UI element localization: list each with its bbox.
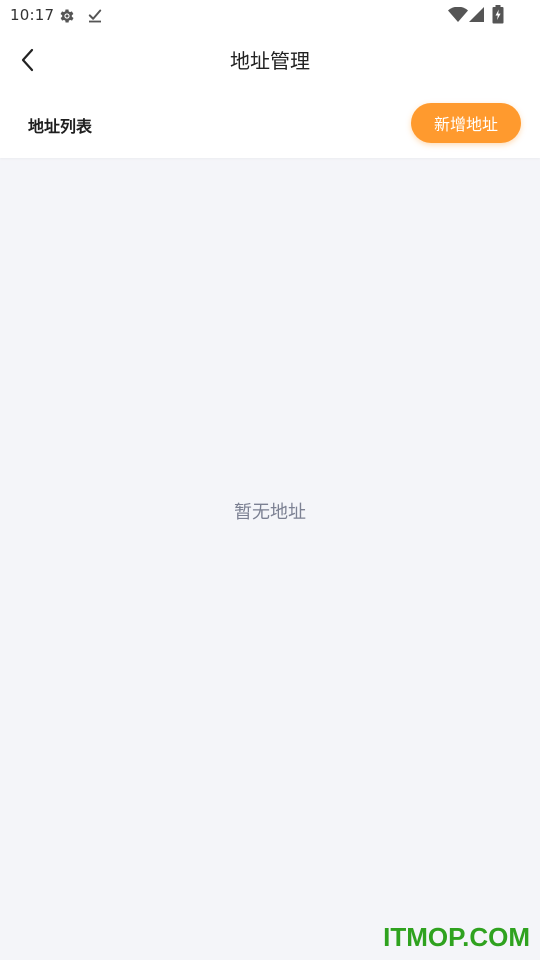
status-time: 10:17 bbox=[10, 6, 55, 24]
download-done-icon bbox=[88, 9, 102, 23]
battery-charging-icon bbox=[492, 5, 504, 24]
status-bar: 10:17 bbox=[0, 0, 540, 32]
header-area: 10:17 地址管理 地址列表 新增地址 bbox=[0, 0, 540, 158]
page-title: 地址管理 bbox=[230, 49, 310, 73]
empty-state-message: 暂无地址 bbox=[234, 502, 306, 523]
add-address-button[interactable]: 新增地址 bbox=[411, 103, 521, 143]
wifi-icon bbox=[448, 7, 468, 22]
watermark-logo: ITMOP.COM bbox=[383, 922, 530, 952]
section-title: 地址列表 bbox=[28, 117, 93, 136]
nav-bar: 地址管理 bbox=[0, 32, 540, 88]
gear-icon bbox=[60, 9, 74, 23]
section-header: 地址列表 新增地址 bbox=[0, 96, 540, 152]
signal-icon bbox=[469, 7, 484, 22]
